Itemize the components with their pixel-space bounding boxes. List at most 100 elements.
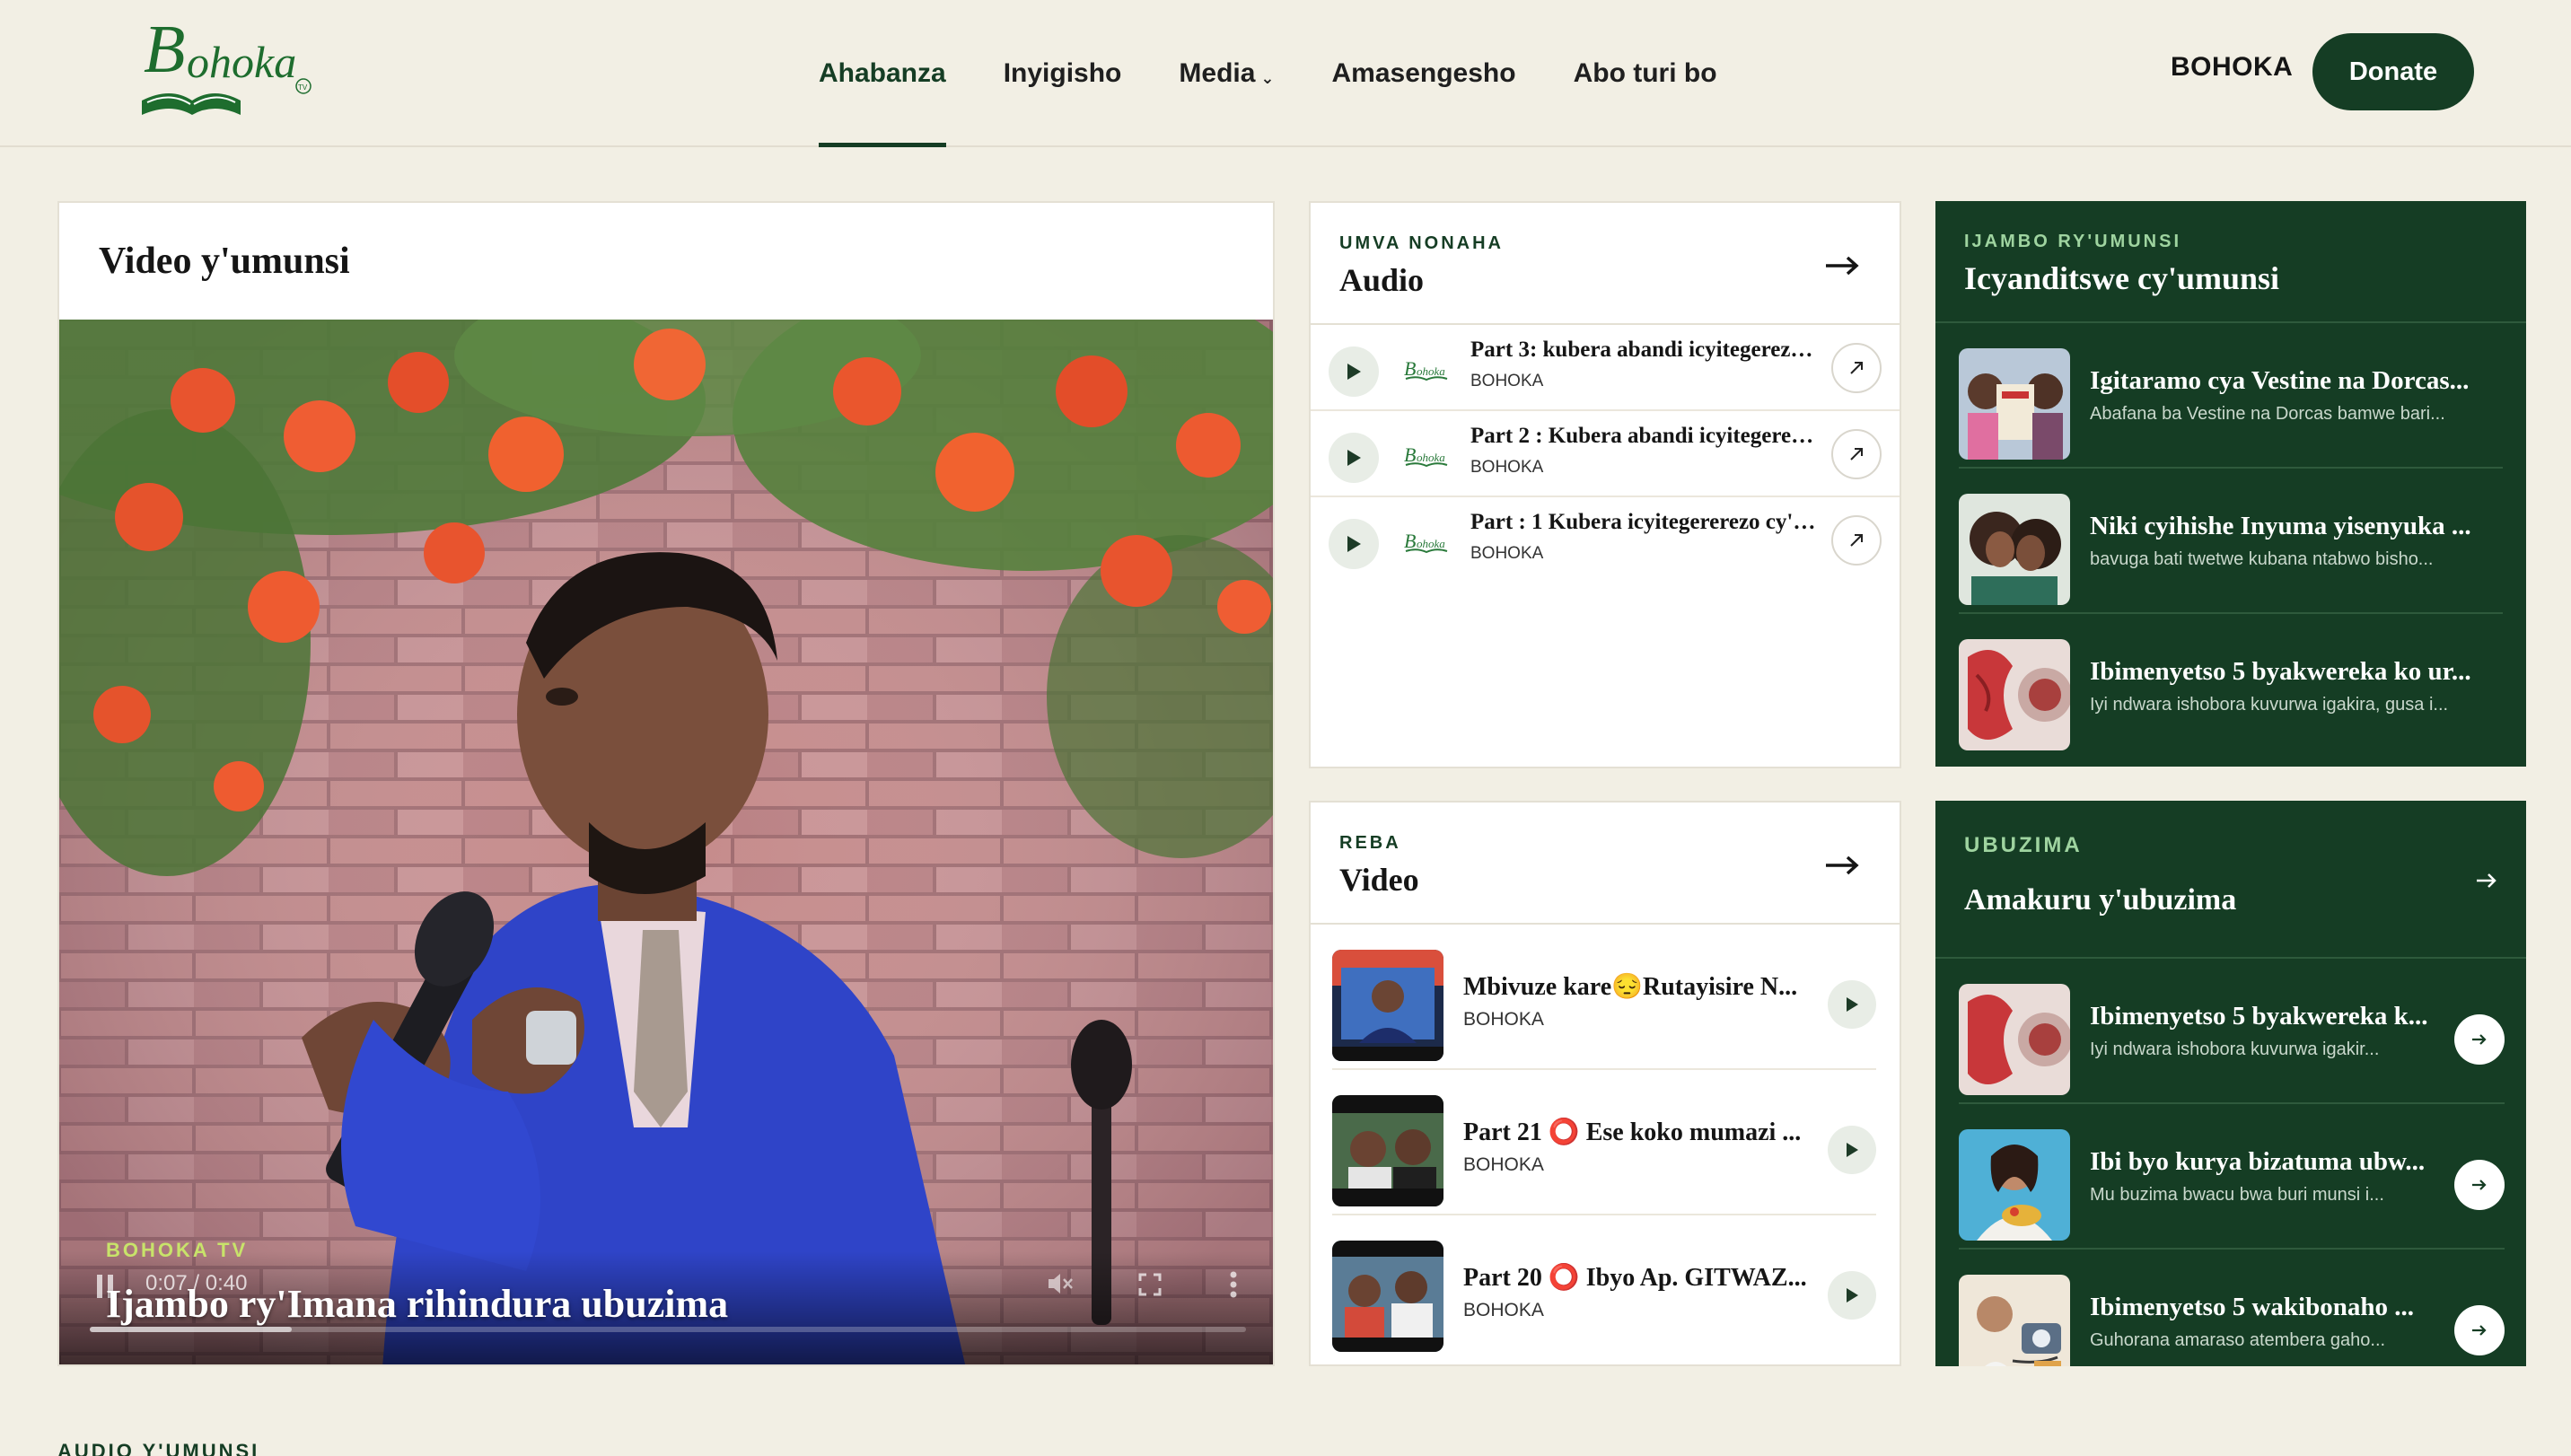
- writing-item-excerpt: Iyi ndwara ishobora kuvurwa igakira, gus…: [2090, 695, 2449, 715]
- video-list-item[interactable]: Part 21 ⭕ Ese koko mumazi ... BOHOKA: [1332, 1070, 1876, 1215]
- open-link-icon[interactable]: [1831, 429, 1882, 479]
- article-thumbnail: [1959, 494, 2070, 605]
- audio-item-title: Part 3: kubera abandi icyitegerezo cy: [1470, 338, 1821, 362]
- audio-item[interactable]: Bohoka Part 2 : Kubera abandi icyitegere…: [1311, 411, 1900, 497]
- writing-item-title: Ibimenyetso 5 byakwereka ko ur...: [2090, 657, 2471, 686]
- site-header: B ohoka TV Ahabanza Inyigisho Media ⌄ Ama…: [0, 0, 2571, 147]
- play-icon[interactable]: [1329, 346, 1379, 397]
- video-of-day-panel: Video y'umunsi BOHOKA TV 0:07 / 0:40 Ija…: [57, 201, 1275, 1366]
- play-icon[interactable]: [1828, 1271, 1876, 1320]
- svg-text:B: B: [144, 14, 185, 87]
- article-thumbnail: [1959, 984, 2070, 1095]
- bohoka-logo[interactable]: B ohoka TV: [135, 12, 323, 122]
- video-item-title: Part 21 ⭕ Ese koko mumazi ...: [1463, 1118, 1802, 1146]
- arrow-right-icon[interactable]: [2454, 1305, 2505, 1355]
- article-thumbnail: [1959, 639, 2070, 750]
- arrow-right-icon[interactable]: [2454, 1160, 2505, 1210]
- nav-label: Amasengesho: [1331, 58, 1516, 88]
- mute-icon[interactable]: [1047, 1271, 1074, 1296]
- health-item-excerpt: Iyi ndwara ishobora kuvurwa igakir...: [2090, 1039, 2380, 1059]
- nav-amasengesho[interactable]: Amasengesho: [1332, 0, 1516, 147]
- svg-text:ohoka: ohoka: [1417, 451, 1445, 464]
- health-item[interactable]: Ibi byo kurya bizatuma ubw... Mu buzima …: [1959, 1104, 2505, 1250]
- nav-media[interactable]: Media ⌄: [1179, 0, 1274, 147]
- video-item-title: Mbivuze kare😔Rutayisire N...: [1463, 973, 1798, 1001]
- audio-item[interactable]: Bohoka Part 3: kubera abandi icyitegerez…: [1311, 325, 1900, 411]
- donate-button[interactable]: Donate: [2312, 33, 2474, 110]
- play-icon[interactable]: [1828, 980, 1876, 1029]
- audio-item[interactable]: Bohoka Part : 1 Kubera icyitegererezo cy…: [1311, 497, 1900, 583]
- open-link-icon[interactable]: [1831, 343, 1882, 393]
- video-thumbnail: [1332, 950, 1443, 1061]
- health-item-title: Ibi byo kurya bizatuma ubw...: [2090, 1147, 2426, 1176]
- video-of-day-heading: Video y'umunsi: [99, 241, 350, 282]
- video-list-panel: REBA Video Mbivuze kare😔Rutayisire N... …: [1309, 801, 1901, 1366]
- article-thumbnail: [1959, 348, 2070, 460]
- nav-label: Abo turi bo: [1573, 58, 1717, 88]
- writing-item[interactable]: Ibimenyetso 5 byakwereka ko ur... Iyi nd…: [1959, 614, 2503, 759]
- article-thumbnail: [1959, 1275, 2070, 1366]
- play-icon[interactable]: [1329, 519, 1379, 569]
- bohoka-mini-logo: Bohoka: [1402, 352, 1451, 386]
- writing-of-day-panel: IJAMBO RY'UMUNSI Icyanditswe cy'umunsi I…: [1935, 201, 2526, 767]
- video-list-item[interactable]: Part 20 ⭕ Ibyo Ap. GITWAZ... BOHOKA: [1332, 1215, 1876, 1361]
- bohoka-mini-logo: Bohoka: [1402, 524, 1451, 558]
- main-nav: Ahabanza Inyigisho Media ⌄ Amasengesho Ab…: [819, 0, 1775, 147]
- more-options-icon[interactable]: [1230, 1271, 1237, 1298]
- video-list-item[interactable]: Mbivuze kare😔Rutayisire N... BOHOKA: [1332, 925, 1876, 1070]
- health-item[interactable]: Ibimenyetso 5 wakibonaho ... Guhorana am…: [1959, 1250, 2505, 1366]
- health-item-title: Ibimenyetso 5 wakibonaho ...: [2090, 1293, 2414, 1321]
- arrow-right-icon[interactable]: [1824, 255, 1860, 276]
- writing-item-excerpt: bavuga bati twetwe kubana ntabwo bisho..…: [2090, 549, 2434, 569]
- writing-item[interactable]: Niki cyihishe Inyuma yisenyuka ... bavug…: [1959, 469, 2503, 614]
- health-item-title: Ibimenyetso 5 byakwereka k...: [2090, 1002, 2428, 1031]
- writing-item-title: Niki cyihishe Inyuma yisenyuka ...: [2090, 512, 2471, 540]
- play-icon[interactable]: [1828, 1126, 1876, 1174]
- writing-title: Icyanditswe cy'umunsi: [1964, 260, 2280, 296]
- writing-eyebrow: IJAMBO RY'UMUNSI: [1964, 232, 2182, 251]
- video-list-title: Video: [1339, 862, 1419, 898]
- video-item-author: BOHOKA: [1463, 1300, 1544, 1320]
- bohoka-link[interactable]: BOHOKA: [2171, 52, 2293, 83]
- open-link-icon[interactable]: [1831, 515, 1882, 566]
- fullscreen-icon[interactable]: [1138, 1273, 1162, 1296]
- video-item-title: Part 20 ⭕ Ibyo Ap. GITWAZ...: [1463, 1264, 1807, 1292]
- nav-label: Media: [1179, 58, 1256, 88]
- video-item-author: BOHOKA: [1463, 1154, 1544, 1175]
- writing-panel-header: IJAMBO RY'UMUNSI Icyanditswe cy'umunsi: [1935, 201, 2526, 323]
- health-item-excerpt: Mu buzima bwacu bwa buri munsi i...: [2090, 1185, 2384, 1205]
- video-of-day-header: Video y'umunsi: [59, 203, 1273, 320]
- health-item-excerpt: Guhorana amaraso atembera gaho...: [2090, 1330, 2386, 1350]
- writing-item-excerpt: Abafana ba Vestine na Dorcas bamwe bari.…: [2090, 404, 2445, 424]
- video-progress-bar[interactable]: [90, 1327, 1246, 1332]
- arrow-right-icon[interactable]: [2476, 873, 2497, 889]
- health-eyebrow: UBUZIMA: [1964, 833, 2083, 857]
- video-list-eyebrow: REBA: [1339, 833, 1401, 853]
- svg-text:ohoka: ohoka: [1417, 364, 1445, 378]
- audio-of-day-label: AUDIO Y'UMUNSI: [57, 1440, 260, 1456]
- nav-inyigisho[interactable]: Inyigisho: [1004, 0, 1122, 147]
- health-news-panel: UBUZIMA Amakuru y'ubuzima Ibimenyetso 5 …: [1935, 801, 2526, 1366]
- video-thumbnail: [1332, 1095, 1443, 1206]
- video-source-tag: BOHOKA TV: [106, 1239, 249, 1261]
- svg-text:TV: TV: [298, 83, 308, 92]
- video-frame-image: [59, 320, 1273, 1364]
- audio-item-author: BOHOKA: [1470, 372, 1544, 390]
- nav-abo-turi-bo[interactable]: Abo turi bo: [1574, 0, 1717, 147]
- arrow-right-icon[interactable]: [1824, 855, 1860, 876]
- video-player[interactable]: BOHOKA TV 0:07 / 0:40 Ijambo ry'Imana ri…: [59, 320, 1273, 1364]
- health-item[interactable]: Ibimenyetso 5 byakwereka k... Iyi ndwara…: [1959, 959, 2505, 1104]
- play-icon[interactable]: [1329, 433, 1379, 483]
- video-item-author: BOHOKA: [1463, 1009, 1544, 1030]
- nav-label: Inyigisho: [1003, 58, 1122, 88]
- video-progress-fill: [90, 1327, 293, 1332]
- article-thumbnail: [1959, 1129, 2070, 1241]
- health-panel-header: UBUZIMA Amakuru y'ubuzima: [1935, 801, 2526, 959]
- arrow-right-icon[interactable]: [2454, 1014, 2505, 1065]
- nav-label: Ahabanza: [819, 58, 946, 88]
- writing-item[interactable]: Igitaramo cya Vestine na Dorcas... Abafa…: [1959, 323, 2503, 469]
- video-list-header: REBA Video: [1311, 803, 1900, 925]
- audio-item-author: BOHOKA: [1470, 458, 1544, 477]
- nav-ahabanza[interactable]: Ahabanza: [819, 0, 946, 147]
- writing-item-title: Igitaramo cya Vestine na Dorcas...: [2090, 366, 2470, 395]
